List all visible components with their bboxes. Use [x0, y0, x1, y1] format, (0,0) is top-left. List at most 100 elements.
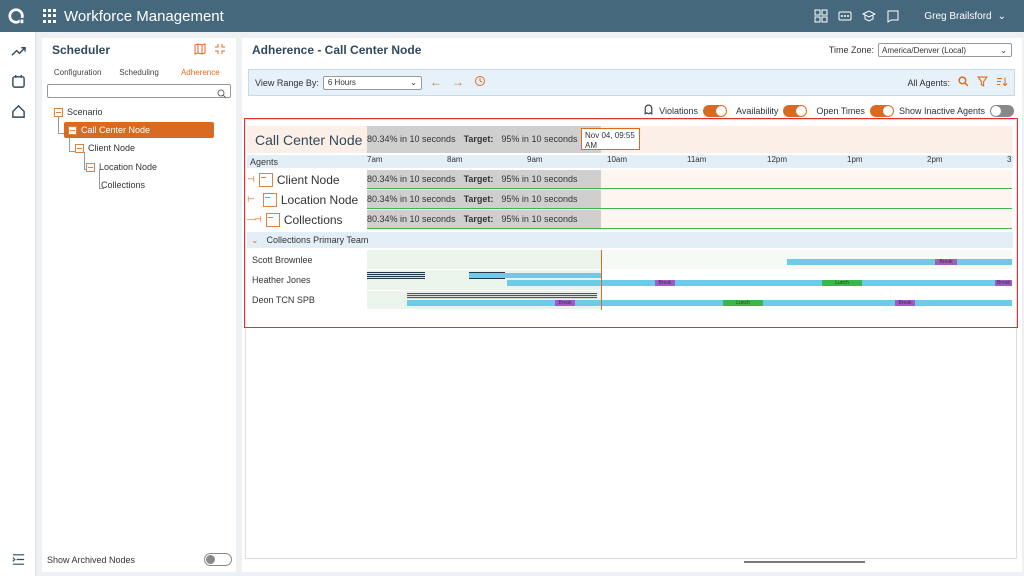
- client-node-row: ⊣ Client Node 80.34% in 10 seconds Target:…: [247, 170, 1013, 189]
- tasks-icon[interactable]: [838, 9, 852, 23]
- call-center-row: Call Center Node 80.34% in 10 seconds Ta…: [247, 126, 1013, 153]
- all-agents-label: All Agents:: [907, 77, 950, 88]
- tree-node-location[interactable]: Location Node: [86, 159, 157, 175]
- collections-target: 95% in 10 seconds: [501, 214, 578, 224]
- location-node-target: 95% in 10 seconds: [501, 194, 578, 204]
- agent-name: Heather Jones: [252, 275, 311, 285]
- client-node-stat: 80.34% in 10 seconds: [367, 174, 456, 184]
- collections-name: Collections: [283, 212, 343, 227]
- tree-node-collections[interactable]: Collections: [101, 177, 145, 193]
- collapse-toggle-icon[interactable]: [262, 192, 277, 207]
- location-node-name: Location Node: [280, 192, 359, 207]
- tree-search-input[interactable]: [47, 84, 231, 99]
- open-times-toggle[interactable]: [869, 104, 894, 117]
- trend-icon[interactable]: [0, 36, 36, 66]
- collections-stat: 80.34% in 10 seconds: [367, 214, 456, 224]
- break-block: Break: [995, 280, 1012, 286]
- team-row[interactable]: ⌄ Collections Primary Team: [247, 232, 1013, 248]
- ccn-target: 95% in 10 seconds: [501, 134, 578, 144]
- client-node-name: Client Node: [276, 172, 340, 187]
- collections-target-label: Target:: [463, 214, 494, 224]
- ghost-icon: [643, 104, 654, 117]
- page-title: Adherence - Call Center Node: [252, 43, 422, 57]
- collapse-toggle-icon[interactable]: [68, 125, 77, 135]
- search-icon[interactable]: [958, 76, 969, 89]
- tree-node-call-center[interactable]: Call Center Node: [64, 122, 214, 138]
- sort-icon[interactable]: [996, 76, 1008, 89]
- calendar-icon[interactable]: [0, 66, 36, 96]
- chevron-down-icon: ⌄: [1000, 45, 1007, 55]
- hour-label: 12pm: [767, 155, 788, 164]
- break-block: Break: [895, 300, 915, 306]
- user-name: Greg Brailsford: [924, 10, 992, 22]
- tab-adherence[interactable]: Adherence: [170, 68, 231, 77]
- time-tooltip: Nov 04, 09:55 AM: [581, 128, 640, 150]
- lunch-block: Lunch: [723, 300, 763, 306]
- collapse-toggle-icon[interactable]: [258, 172, 273, 187]
- collapse-icon[interactable]: [214, 43, 226, 58]
- map-icon[interactable]: [194, 42, 206, 58]
- collapse-toggle-icon[interactable]: [265, 212, 280, 227]
- availability-toggle[interactable]: [783, 104, 808, 117]
- agent-row: Scott Brownlee Break: [247, 250, 1013, 269]
- app-title: Workforce Management: [64, 7, 224, 25]
- hour-label: 1pm: [847, 155, 863, 164]
- view-range-label: View Range By:: [255, 77, 319, 88]
- widgets-icon[interactable]: [814, 9, 828, 23]
- chevron-down-icon: ⌄: [251, 234, 259, 245]
- home-icon[interactable]: [0, 96, 36, 126]
- left-nav: [0, 32, 36, 576]
- team-name: Collections Primary Team: [266, 235, 369, 245]
- show-archived-toggle[interactable]: [204, 553, 232, 566]
- collapse-toggle-icon[interactable]: [54, 107, 63, 117]
- filter-bar: View Range By: 6 Hours ⌄ ← → All Agents:: [248, 69, 1015, 96]
- hour-label: 7am: [367, 155, 383, 164]
- collections-row: —⊣ Collections 80.34% in 10 seconds Target…: [247, 210, 1013, 229]
- horizontal-scrollbar[interactable]: [744, 561, 865, 563]
- location-node-row: ⊢ Location Node 80.34% in 10 seconds Targe…: [247, 190, 1013, 209]
- break-block: Break: [655, 280, 675, 286]
- help-book-icon[interactable]: [886, 9, 900, 23]
- menu-collapse-icon[interactable]: [0, 544, 36, 574]
- ccn-stat: 80.34% in 10 seconds: [367, 134, 456, 144]
- agents-header: Agents: [250, 156, 279, 167]
- agent-row: Deon TCN SPB Break Lunch Break: [247, 291, 1013, 309]
- collapse-toggle-icon[interactable]: [86, 162, 95, 172]
- apps-grid-icon[interactable]: [43, 9, 57, 23]
- hour-label: 2pm: [927, 155, 943, 164]
- view-range-select[interactable]: 6 Hours ⌄: [322, 75, 422, 90]
- tree-node-client[interactable]: Client Node: [75, 140, 135, 156]
- tab-scheduling[interactable]: Scheduling: [108, 68, 169, 77]
- search-icon: [217, 86, 227, 99]
- ccn-name: Call Center Node: [255, 131, 363, 148]
- hour-label: 10am: [607, 155, 628, 164]
- client-node-target-label: Target:: [463, 174, 494, 184]
- timezone-label: Time Zone:: [828, 45, 874, 55]
- history-icon[interactable]: [474, 75, 486, 90]
- show-inactive-toggle[interactable]: [990, 104, 1014, 117]
- open-times-label: Open Times: [816, 105, 865, 116]
- location-node-target-label: Target:: [463, 194, 494, 204]
- tab-configuration[interactable]: Configuration: [47, 68, 108, 77]
- time-header-row: Agents 7am 8am 9am 10am 11am 12pm 1pm 2pm 3: [247, 155, 1013, 168]
- filter-icon[interactable]: [977, 76, 988, 89]
- timezone-select[interactable]: America/Denver (Local) ⌄: [878, 43, 1012, 57]
- lunch-block: Lunch: [822, 280, 862, 286]
- chevron-down-icon: ⌄: [997, 10, 1006, 22]
- arrow-right-icon[interactable]: →: [452, 75, 464, 90]
- violations-toggle[interactable]: [703, 104, 728, 117]
- user-menu[interactable]: Greg Brailsford ⌄: [924, 11, 1006, 22]
- tree-node-scenario[interactable]: Scenario: [54, 104, 103, 120]
- hour-label: 3: [1007, 155, 1012, 164]
- chevron-down-icon: ⌄: [410, 78, 417, 87]
- ccn-target-label: Target:: [463, 134, 494, 144]
- learning-icon[interactable]: [862, 9, 877, 23]
- break-block: Break: [935, 259, 957, 265]
- break-block: Break: [555, 300, 575, 306]
- show-archived-label: Show Archived Nodes: [47, 554, 136, 565]
- collapse-toggle-icon[interactable]: [75, 143, 84, 153]
- current-time-line: [601, 250, 602, 310]
- client-node-target: 95% in 10 seconds: [501, 174, 578, 184]
- app-logo-icon[interactable]: [0, 0, 34, 32]
- arrow-left-icon[interactable]: ←: [430, 75, 442, 90]
